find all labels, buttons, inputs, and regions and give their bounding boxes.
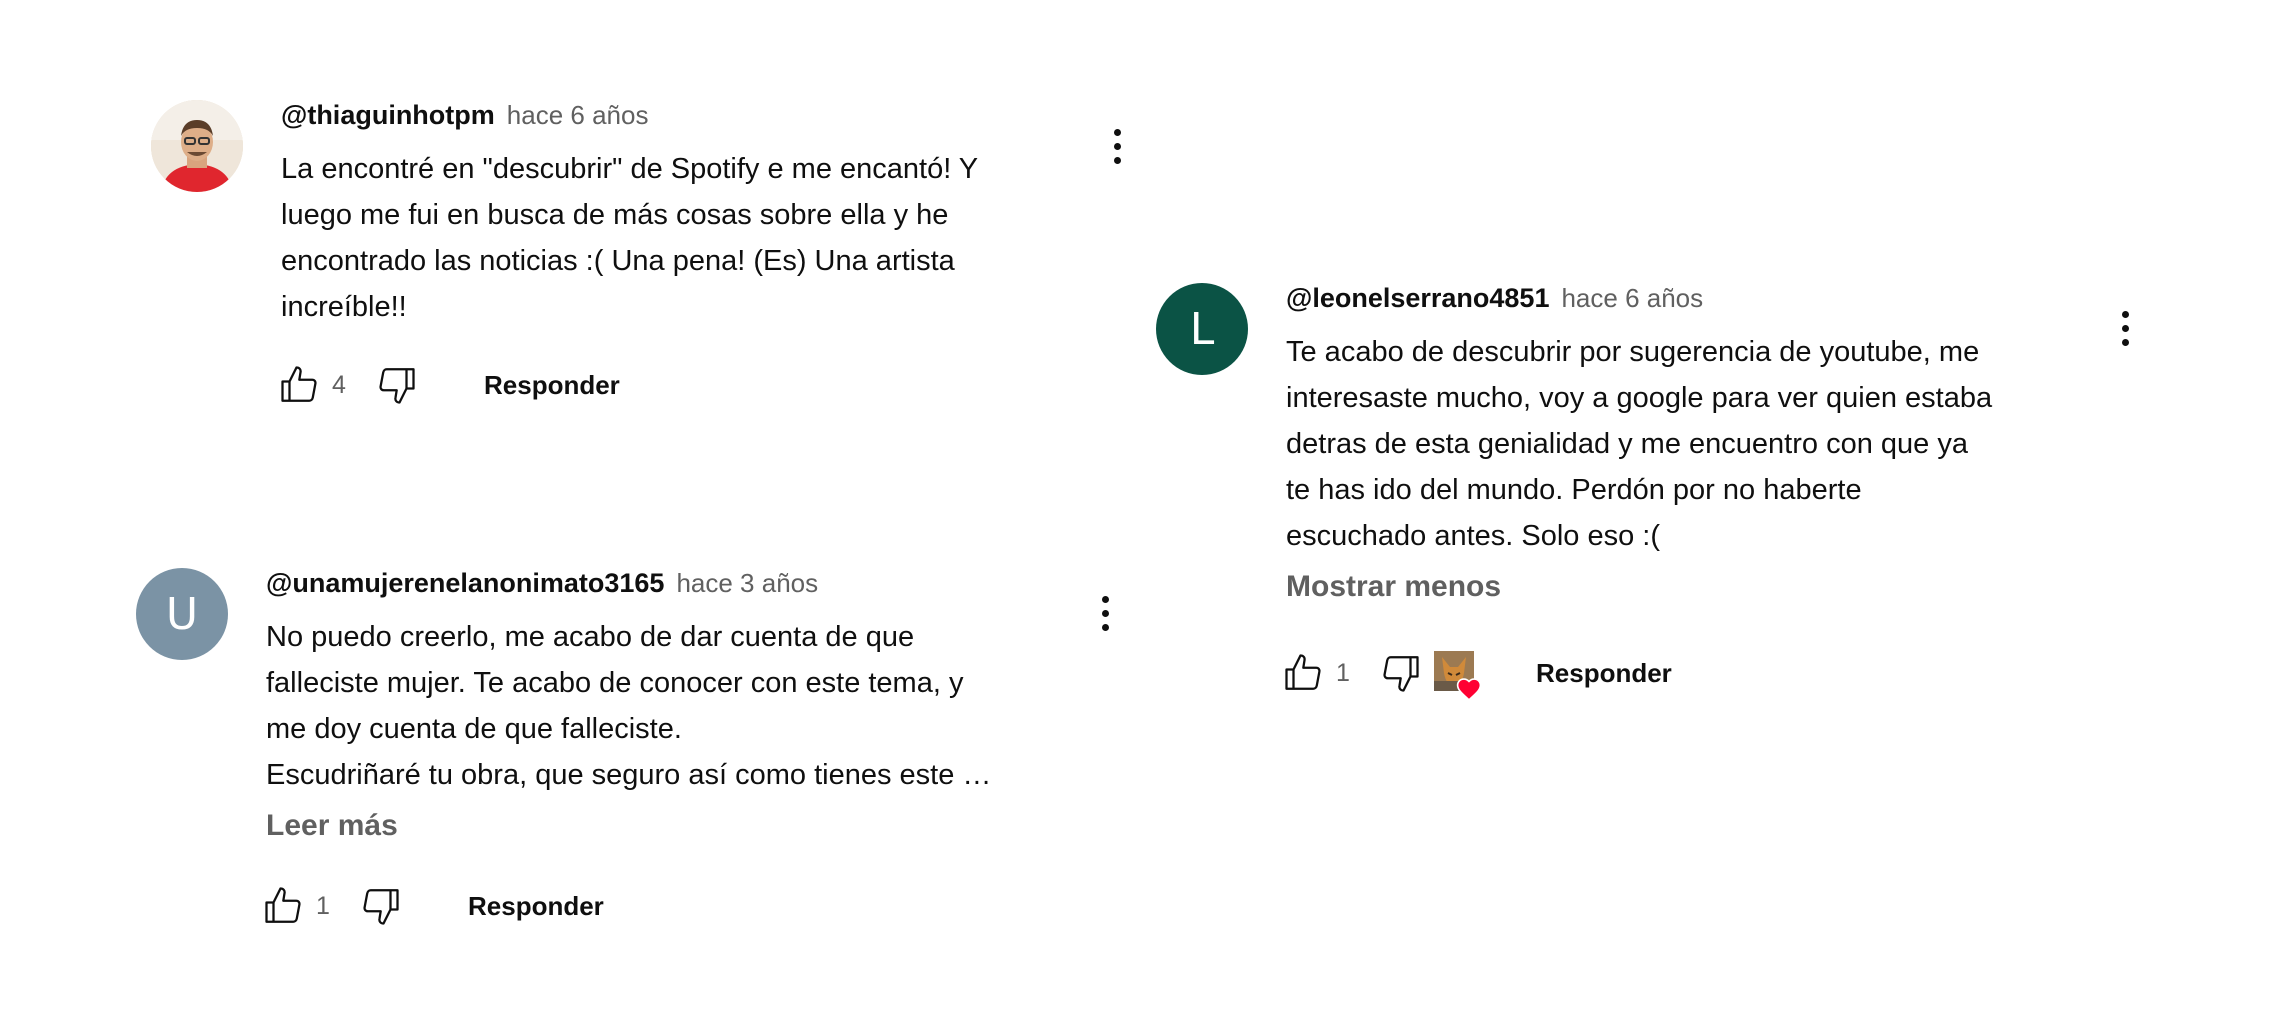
author-name[interactable]: @unamujerenelanonimato3165 [266,568,664,599]
avatar[interactable]: L [1156,283,1248,375]
like-count: 1 [1336,658,1350,687]
thumbs-down-icon [379,368,415,404]
dislike-button[interactable] [356,882,404,930]
reply-button[interactable]: Responder [1536,658,1672,689]
thumbs-up-icon [265,887,301,923]
reply-button[interactable]: Responder [484,370,620,401]
comment-menu-button[interactable] [2110,300,2140,356]
comment-header: @leonelserrano4851 hace 6 años [1286,283,2126,317]
thumbs-up-icon [1285,654,1321,690]
comment-actions: 1 Responder [260,881,604,931]
dot [1101,595,1109,603]
like-count: 1 [316,891,330,920]
comment-actions: 1 Responder [1280,648,1672,701]
comment-time[interactable]: hace 3 años [676,568,818,599]
comment-time[interactable]: hace 6 años [507,100,649,131]
avatar[interactable] [151,100,243,192]
dot [1113,156,1121,164]
dot [2121,338,2129,346]
like-count: 4 [332,370,346,399]
creator-heart-badge [1434,651,1482,701]
avatar-letter: L [1189,303,1215,355]
heart-icon [1456,678,1482,701]
thumbs-down-icon [363,889,399,925]
dot [1101,609,1109,617]
dot [2121,324,2129,332]
dislike-button[interactable] [372,361,420,409]
author-name[interactable]: @thiaguinhotpm [281,100,495,131]
avatar-letter: U [165,588,199,640]
comment-header: @unamujerenelanonimato3165 hace 3 años [266,568,1106,602]
dot [1101,623,1109,631]
thumbs-down-icon [1383,656,1419,692]
avatar[interactable]: U [136,568,228,660]
comment-text: No puedo creerlo, me acabo de dar cuenta… [266,621,992,791]
dot [1113,128,1121,136]
user-photo-icon [151,100,243,192]
dislike-button[interactable] [1376,649,1424,697]
comment-header: @thiaguinhotpm hace 6 años [281,100,1101,134]
comment-text: La encontré en "descubrir" de Spotify e … [281,153,979,323]
comment-text: Te acabo de descubrir por sugerencia de … [1286,336,1993,552]
read-more-link[interactable]: Leer más [266,804,1106,848]
author-name[interactable]: @leonelserrano4851 [1286,283,1549,314]
reply-button[interactable]: Responder [468,891,604,922]
dot [2121,310,2129,318]
like-button[interactable] [1280,649,1328,697]
show-less-link[interactable]: Mostrar menos [1286,565,2126,609]
thumbs-up-icon [281,366,317,402]
like-button[interactable] [260,882,308,930]
comment-time[interactable]: hace 6 años [1561,283,1703,314]
comment-menu-button[interactable] [1102,118,1132,174]
comment-actions: 4 Responder [276,360,620,410]
dot [1113,142,1121,150]
comment-menu-button[interactable] [1090,585,1120,641]
like-button[interactable] [276,361,324,409]
